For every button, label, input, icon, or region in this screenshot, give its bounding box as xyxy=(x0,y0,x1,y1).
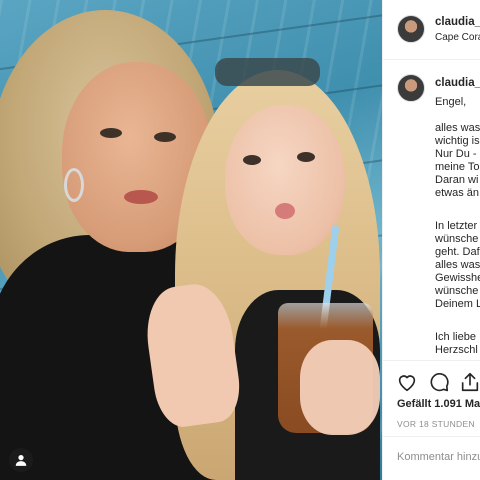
caption-line: wichtig is xyxy=(435,135,480,147)
post-timestamp[interactable]: VOR 18 STUNDEN xyxy=(397,419,475,429)
caption: claudia_w Engel, alles was wichtig is Nu… xyxy=(383,60,480,360)
caption-line: wünsche xyxy=(435,285,479,297)
caption-line: Daran wi xyxy=(435,174,479,186)
heart-icon[interactable] xyxy=(396,371,418,393)
caption-line: meine To xyxy=(435,161,480,173)
caption-line: alles was xyxy=(435,259,480,271)
avatar[interactable] xyxy=(397,15,425,43)
post-location[interactable]: Cape Coral xyxy=(435,32,480,43)
hoop-earring xyxy=(64,168,84,202)
eye xyxy=(154,132,176,142)
caption-line: Ich liebe xyxy=(435,331,476,343)
hand-holding-cup xyxy=(300,340,380,435)
lips xyxy=(124,190,158,204)
caption-line: In letzter xyxy=(435,220,478,232)
comment-icon[interactable] xyxy=(428,371,450,393)
caption-line: Nur Du - xyxy=(435,148,477,160)
sunglasses-on-head xyxy=(215,58,320,86)
right-woman-face xyxy=(225,105,345,255)
post-side-panel: claudia_w Cape Coral claudia_w Engel, al… xyxy=(382,0,480,480)
comment-input[interactable] xyxy=(397,451,480,463)
user-icon xyxy=(15,455,27,466)
avatar[interactable] xyxy=(397,74,425,102)
caption-line: Gewisshe xyxy=(435,272,480,284)
post-header: claudia_w Cape Coral xyxy=(383,0,480,60)
post-photo[interactable] xyxy=(0,0,382,480)
user-tag-icon[interactable] xyxy=(9,448,33,472)
eye xyxy=(243,155,261,165)
comment-box xyxy=(383,436,480,480)
caption-line: alles was xyxy=(435,122,480,134)
post-username[interactable]: claudia_w xyxy=(435,16,480,28)
caption-username[interactable]: claudia_w xyxy=(435,77,480,89)
lips xyxy=(275,203,295,219)
caption-line: Herzschl xyxy=(435,344,478,356)
eye xyxy=(297,152,315,162)
likes-count[interactable]: Gefällt 1.091 Mal xyxy=(397,398,480,410)
share-icon[interactable] xyxy=(459,371,480,393)
caption-line: wünsche xyxy=(435,233,479,245)
eye xyxy=(100,128,122,138)
caption-line: etwas än xyxy=(435,187,480,199)
caption-line: Deinem L xyxy=(435,298,480,310)
caption-line: geht. Daf xyxy=(435,246,480,258)
caption-line: Engel, xyxy=(435,96,467,108)
action-bar: Gefällt 1.091 Mal VOR 18 STUNDEN xyxy=(383,360,480,432)
